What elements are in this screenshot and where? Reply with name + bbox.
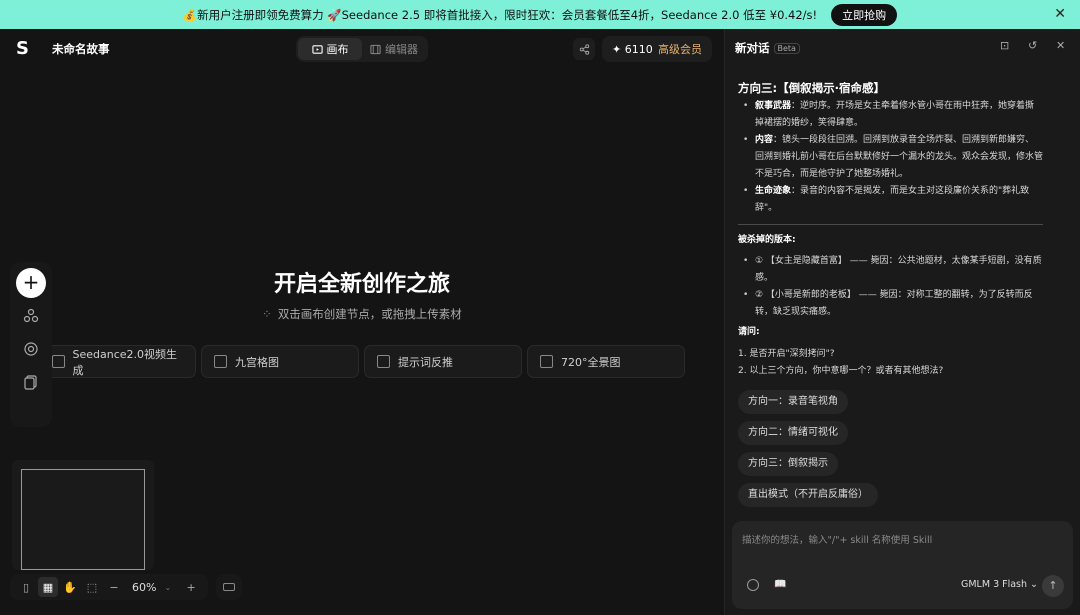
tab-canvas[interactable]: 画布 — [298, 38, 362, 60]
history-icon[interactable] — [23, 374, 39, 390]
credits-badge[interactable]: ✦ 6110 高级会员 — [602, 36, 712, 62]
suggestion-chip[interactable]: 直出模式（不开启反庸俗） — [738, 483, 878, 507]
minimap-viewport[interactable] — [21, 469, 145, 570]
canvas-bottom-toolbar: ▯ ▦ ✋ ⬚ − 60% ⌄ + — [10, 574, 208, 600]
beta-badge: Beta — [773, 43, 800, 54]
assistant-message: 方向三:【倒叙揭示·宿命感】 叙事武器：逆时序。开场是女主牵着修水管小哥在雨中狂… — [738, 80, 1043, 379]
send-button[interactable]: ↑ — [1042, 575, 1064, 597]
nodes-icon[interactable] — [23, 308, 39, 324]
close-icon[interactable]: ✕ — [1054, 6, 1066, 22]
killed-versions-list: ① 【女主是隐藏首富】 —— 毙因：公共池题材，太像某手短剧，没有质感。 ② 【… — [738, 253, 1043, 321]
share-icon — [579, 43, 589, 55]
scan-text-icon — [377, 355, 390, 368]
canvas-empty-hint: 双击画布创建节点，或拖拽上传素材 — [277, 307, 462, 321]
zoom-in-icon[interactable]: + — [181, 577, 201, 597]
chat-title: 新对话 Beta — [735, 40, 800, 56]
map-icon[interactable]: ▦ — [38, 577, 58, 597]
list-item: 2. 以上三个方向，你中意哪一个？或者有其他想法? — [738, 365, 944, 376]
bullet-text: ：镜头一段段往回溯。回溯到放录音全场炸裂、回溯到新郎嫌穷、回溯到婚礼前小哥在后台… — [755, 135, 1044, 179]
suggestion-chips: 方向一：录音笔视角 方向二：情绪可视化 方向三：倒叙揭示 直出模式（不开启反庸俗… — [738, 389, 878, 513]
film-icon — [370, 44, 381, 54]
tab-editor-label: 编辑器 — [385, 43, 418, 56]
promo-banner: 💰新用户注册即领免费算力 🚀Seedance 2.5 即将首批接入，限时狂欢：会… — [0, 0, 1080, 29]
list-item: 叙事武器：逆时序。开场是女主牵着修水管小哥在雨中狂奔，她穿着撕掉裙摆的婚纱，笑得… — [738, 98, 1043, 132]
quick-action-label: Seedance2.0视频生成 — [72, 347, 178, 377]
promo-text: 💰新用户注册即领免费算力 🚀Seedance 2.5 即将首批接入，限时狂欢：会… — [182, 7, 818, 22]
minimap[interactable] — [12, 460, 154, 570]
canvas-empty-title: 开启全新创作之旅 — [273, 272, 450, 297]
chat-input-placeholder[interactable]: 描述你的想法，输入"/"+ skill 名称使用 Skill — [742, 532, 932, 546]
quick-action-seedance-video[interactable]: Seedance2.0视频生成 — [39, 345, 196, 378]
chat-panel: 新对话Beta ⊡ ↺ ✕ 方向三:【倒叙揭示·宿命感】 叙事武器：逆时序。开场… — [724, 29, 1080, 615]
question-list: 1. 是否开启"深刻拷问"? 2. 以上三个方向，你中意哪一个？或者有其他想法? — [738, 346, 1043, 380]
question-title: 请问: — [738, 327, 760, 338]
canvas-icon — [311, 44, 323, 54]
killed-versions-title: 被杀掉的版本: — [738, 234, 796, 245]
bullet-text: ：逆时序。开场是女主牵着修水管小哥在雨中狂奔，她穿着撕掉裙摆的婚纱，笑得肆意。 — [755, 101, 1035, 128]
app-logo[interactable]: S — [16, 39, 32, 59]
buy-now-button[interactable]: 立即抢购 — [831, 3, 898, 26]
project-title[interactable]: 未命名故事 — [52, 41, 110, 57]
panorama-icon — [540, 355, 553, 368]
quick-action-label: 720°全景图 — [561, 355, 621, 369]
model-selector[interactable]: GMLM 3 Flash ⌄ — [961, 579, 1038, 590]
side-toolbar: + — [10, 262, 52, 427]
list-item: ① 【女主是隐藏首富】 —— 毙因：公共池题材，太像某手短剧，没有质感。 — [738, 253, 1043, 287]
grid-icon — [214, 355, 227, 368]
chat-input-box[interactable]: 描述你的想法，输入"/"+ skill 名称使用 Skill 📖 GMLM 3 … — [732, 521, 1073, 609]
video-icon — [52, 355, 65, 368]
quick-action-panorama[interactable]: 720°全景图 — [527, 345, 685, 378]
layout-icon[interactable]: ▯ — [16, 577, 36, 597]
canvas-empty-subtitle: ⁘ 双击画布创建节点，或拖拽上传素材 — [0, 306, 724, 322]
app-root: 💰新用户注册即领免费算力 🚀Seedance 2.5 即将首批接入，限时狂欢：会… — [0, 0, 1080, 615]
suggestion-chip[interactable]: 方向二：情绪可视化 — [738, 421, 848, 445]
quick-action-label: 九宫格图 — [235, 355, 279, 369]
bullet-label: 内容 — [755, 135, 774, 146]
message-heading: 方向三:【倒叙揭示·宿命感】 — [738, 81, 885, 95]
share-button[interactable] — [573, 38, 595, 60]
new-chat-icon[interactable]: ⊡ — [1000, 40, 1012, 52]
list-item: 1. 是否开启"深刻拷问"? — [738, 348, 835, 359]
zoom-level[interactable]: 60% — [132, 581, 156, 594]
history-icon[interactable]: ↺ — [1028, 40, 1040, 52]
canvas-area[interactable]: S 未命名故事 画布 编辑器 ✦ 6110 高级会员 开启全新创作之旅 ⁘ 双击画… — [0, 29, 724, 615]
bullet-label: 叙事武器 — [755, 101, 792, 111]
book-icon[interactable]: 📖 — [774, 579, 786, 591]
add-node-button[interactable]: + — [16, 268, 46, 298]
quick-action-grid[interactable]: 九宫格图 — [201, 345, 359, 378]
hand-icon[interactable]: ✋ — [60, 577, 80, 597]
divider — [738, 223, 1043, 225]
direction-details: 叙事武器：逆时序。开场是女主牵着修水管小哥在雨中狂奔，她穿着撕掉裙摆的婚纱，笑得… — [738, 98, 1043, 217]
chevron-down-icon[interactable]: ⌄ — [164, 583, 171, 592]
tab-editor[interactable]: 编辑器 — [362, 38, 426, 60]
suggestion-chip[interactable]: 方向一：录音笔视角 — [738, 390, 848, 414]
assets-icon[interactable] — [23, 341, 39, 357]
mode-switch: 画布 编辑器 — [296, 36, 428, 62]
close-icon[interactable]: ✕ — [1056, 40, 1068, 52]
quick-action-label: 提示词反推 — [398, 355, 453, 369]
suggestion-chip[interactable]: 方向三：倒叙揭示 — [738, 452, 838, 476]
add-attachment-icon[interactable] — [747, 579, 759, 591]
magic-wand-icon: ⁘ — [262, 307, 272, 321]
keyboard-icon — [223, 583, 235, 591]
chat-title-text: 新对话 — [735, 41, 770, 55]
zoom-out-icon[interactable]: − — [104, 577, 124, 597]
chat-header-actions: ⊡ ↺ ✕ — [1000, 40, 1068, 52]
tab-canvas-label: 画布 — [326, 43, 349, 56]
list-item: 生命迹象：录音的内容不是揭发，而是女主对这段廉价关系的"葬礼致辞"。 — [738, 183, 1043, 217]
vip-badge[interactable]: 高级会员 — [658, 41, 702, 57]
bullet-text: ：录音的内容不是揭发，而是女主对这段廉价关系的"葬礼致辞"。 — [755, 185, 1030, 213]
select-icon[interactable]: ⬚ — [82, 577, 102, 597]
bullet-label: 生命迹象 — [755, 185, 792, 196]
list-item: 内容：镜头一段段往回溯。回溯到放录音全场炸裂、回溯到新郎嫌穷、回溯到婚礼前小哥在… — [738, 132, 1043, 182]
keyboard-shortcuts-button[interactable] — [216, 574, 242, 600]
credits-count: ✦ 6110 — [612, 42, 653, 56]
quick-action-prompt-reverse[interactable]: 提示词反推 — [364, 345, 522, 378]
list-item: ② 【小哥是新郎的老板】 —— 毙因：对称工整的翻转，为了反转而反转，缺乏现实痛… — [738, 287, 1043, 321]
